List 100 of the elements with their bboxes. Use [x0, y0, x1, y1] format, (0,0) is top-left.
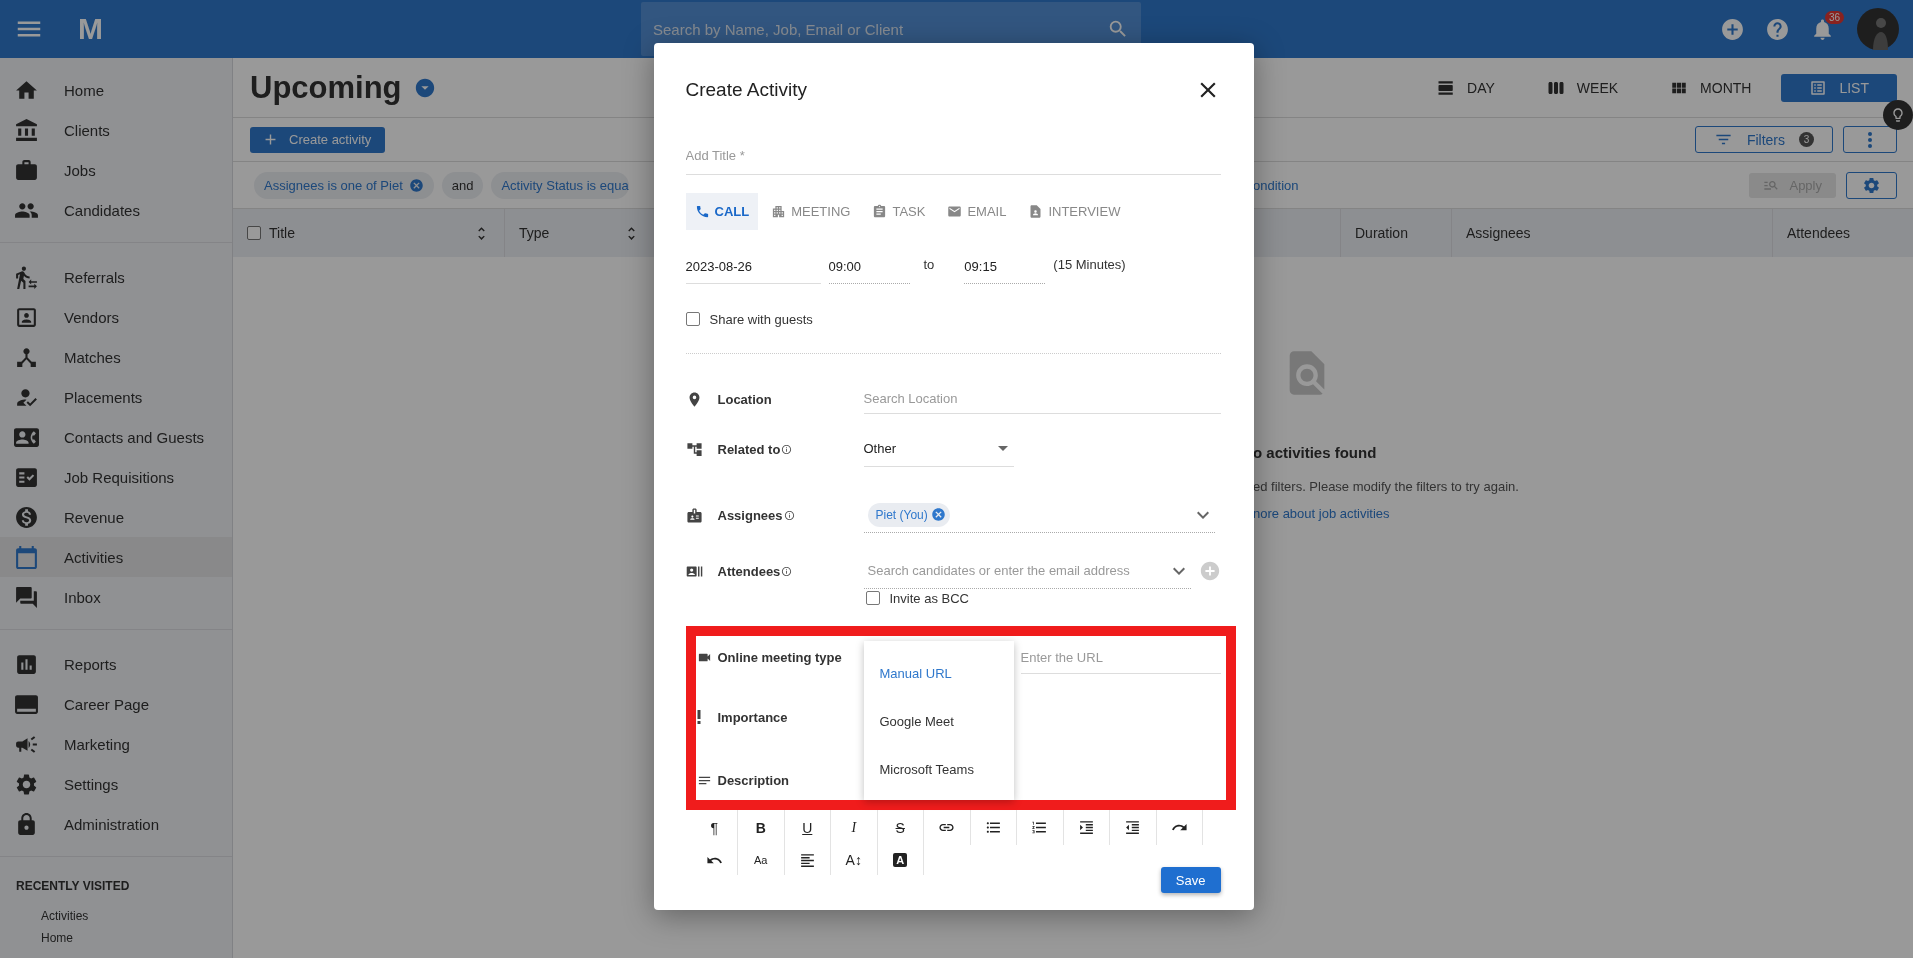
sidebar-item[interactable]: Matches — [0, 337, 232, 377]
phone-icon — [694, 204, 710, 219]
sidebar-item[interactable]: Home — [0, 70, 232, 110]
sidebar-item[interactable]: Job Requisitions — [0, 457, 232, 497]
view-tab[interactable]: DAY — [1415, 73, 1517, 102]
title-field[interactable]: Add Title * — [685, 137, 1221, 175]
logo: M — [78, 12, 102, 46]
outdent-icon — [1124, 819, 1142, 836]
filters-button[interactable]: Filters 3 — [1694, 126, 1833, 153]
menu-item[interactable]: Manual URL — [863, 649, 1014, 697]
related-to-select[interactable]: Other — [863, 431, 1014, 467]
sidebar-item[interactable]: Career Page — [0, 684, 232, 724]
sidebar-item[interactable]: Referrals — [0, 257, 232, 297]
sidebar-item[interactable]: Jobs — [0, 150, 232, 190]
notification-badge: 36 — [1824, 10, 1844, 24]
section-heading: RECENTLY VISITED — [15, 878, 131, 895]
remove-icon[interactable] — [408, 177, 424, 193]
recent-link[interactable]: Activities — [0, 905, 89, 927]
field-label: Related to — [717, 441, 781, 457]
help-link[interactable]: nore about job activities — [1253, 506, 1390, 521]
numbered-list-icon — [1031, 819, 1049, 836]
column-header[interactable]: Duration — [1340, 209, 1452, 257]
help-icon[interactable] — [1765, 16, 1790, 42]
sidebar-item[interactable]: Candidates — [0, 190, 232, 230]
indent-icon — [1077, 819, 1095, 836]
view-tab[interactable]: WEEK — [1524, 73, 1641, 102]
remove-icon[interactable] — [930, 507, 946, 522]
field-label: Description — [717, 772, 789, 788]
walking-person-icon — [14, 264, 39, 290]
checkbox[interactable] — [247, 226, 261, 240]
dropdown-icon[interactable] — [413, 76, 436, 99]
create-activity-button[interactable]: Create activity — [250, 126, 386, 153]
time-field[interactable]: 09:15 — [964, 250, 1046, 284]
sidebar-item[interactable]: Revenue — [0, 497, 232, 537]
sidebar-item[interactable]: Contacts and Guests — [0, 417, 232, 457]
dialog-title: Create Activity — [685, 79, 807, 101]
lightbulb-icon[interactable] — [1883, 100, 1913, 130]
chat-icon — [14, 584, 39, 610]
checkbox[interactable] — [865, 591, 880, 605]
menu-item[interactable]: Google Meet — [863, 697, 1014, 745]
activity-type-tab[interactable]: TASK — [863, 193, 935, 230]
url-field[interactable]: Enter the URL — [1020, 642, 1221, 674]
activity-type-tab[interactable]: INTERVIEW — [1019, 193, 1130, 230]
info-icon — [781, 565, 793, 577]
clipboard-icon — [872, 204, 888, 219]
more-icon — [1868, 131, 1872, 148]
contact-icon — [1028, 204, 1044, 219]
checkbox[interactable] — [685, 312, 700, 326]
assignees-field[interactable]: Piet (You) — [863, 497, 1215, 533]
sidebar-item[interactable]: Inbox — [0, 577, 232, 617]
sidebar-item[interactable]: Marketing — [0, 724, 232, 764]
checkbox-label: Invite as BCC — [889, 590, 969, 606]
sidebar-item[interactable]: Vendors — [0, 297, 232, 337]
search-icon — [1107, 18, 1129, 40]
briefcase-icon — [14, 157, 39, 183]
view-tab[interactable]: MONTH — [1648, 73, 1774, 102]
assignee-chip: Piet (You) — [867, 502, 950, 527]
recent-link[interactable]: Home — [0, 927, 73, 949]
settings-icon — [1862, 175, 1881, 195]
more-button[interactable] — [1843, 126, 1897, 153]
settings-button[interactable] — [1846, 171, 1897, 199]
sidebar-item[interactable]: Placements — [0, 377, 232, 417]
empty-title: o activities found — [1253, 444, 1377, 461]
info-icon — [781, 443, 793, 455]
page-title: Upcoming — [250, 69, 402, 106]
caret-icon — [997, 446, 1008, 451]
field-label: Online meeting type — [717, 649, 842, 665]
sidebar-item[interactable]: Administration — [0, 804, 232, 844]
activity-type-tab[interactable]: EMAIL — [938, 193, 1016, 230]
column-header[interactable]: Assignees — [1452, 209, 1773, 257]
column-header[interactable]: Title — [233, 209, 505, 257]
info-icon — [783, 509, 795, 521]
empty-message: ed filters. Please modify the filters to try again. — [1253, 479, 1519, 494]
activity-type-tab[interactable]: CALL — [685, 193, 759, 230]
menu-item[interactable]: Microsoft Teams — [863, 745, 1014, 793]
count-badge: 3 — [1799, 132, 1814, 147]
add-condition-link[interactable]: ondition — [1253, 177, 1299, 193]
field-label: Assignees — [717, 507, 783, 523]
save-button[interactable]: Save — [1160, 867, 1221, 893]
sidebar-item[interactable]: Activities — [0, 537, 232, 577]
calendar-icon — [14, 544, 39, 570]
time-field[interactable]: 09:00 — [828, 250, 910, 284]
date-field[interactable]: 2023-08-26 — [685, 250, 821, 284]
location-field[interactable]: Search Location — [863, 384, 1221, 414]
add-icon[interactable] — [1720, 16, 1745, 42]
sidebar-item[interactable]: Settings — [0, 764, 232, 804]
filter-chip[interactable]: Assignees is one of Piet — [254, 171, 434, 199]
field-label: Location — [717, 391, 772, 407]
align-left-icon — [798, 851, 816, 869]
sidebar-item[interactable]: Clients — [0, 110, 232, 150]
exclamation-icon — [696, 710, 701, 724]
badge-icon — [685, 506, 703, 524]
list-icon — [1809, 78, 1828, 97]
activity-type-tab[interactable]: MEETING — [762, 193, 860, 230]
column-header[interactable]: Attendees — [1773, 209, 1913, 257]
view-tab[interactable]: LIST — [1781, 73, 1897, 102]
filter-chip[interactable]: Activity Status is equa — [491, 171, 629, 199]
sidebar-item[interactable]: Reports — [0, 644, 232, 684]
attendees-field[interactable]: Search candidates or enter the email address — [867, 563, 1167, 578]
range-separator: to — [923, 257, 935, 274]
